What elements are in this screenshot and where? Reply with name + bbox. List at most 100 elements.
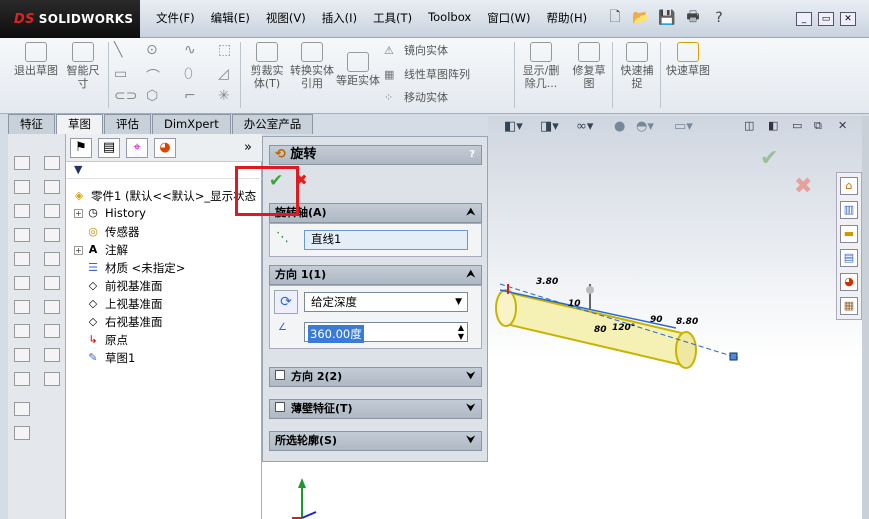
line-icon[interactable]: ╲ xyxy=(114,42,122,58)
expand-panel-icon[interactable]: » xyxy=(244,140,252,155)
slot-icon[interactable]: ⊂⊃ xyxy=(114,88,137,104)
confirm-corner-cancel-icon[interactable]: ✖ xyxy=(794,174,812,199)
dimension-label[interactable]: 3.80 xyxy=(536,277,558,287)
tool-icon[interactable] xyxy=(44,252,60,266)
move-button[interactable]: ⁘ 移动实体 xyxy=(384,89,448,105)
tab-office[interactable]: 办公室产品 xyxy=(231,114,314,134)
tool-icon[interactable] xyxy=(44,228,60,242)
close-button[interactable]: ✕ xyxy=(840,12,856,26)
folder-icon[interactable]: ▬ xyxy=(840,225,858,243)
config-tab-icon[interactable]: ⌖ xyxy=(126,138,148,158)
custom-properties-icon[interactable]: ▦ xyxy=(840,297,858,315)
appearance-icon[interactable]: ● xyxy=(614,119,625,134)
view-restore-icon[interactable]: ⧉ xyxy=(814,119,822,133)
view-orientation-icon[interactable]: ◧▾ xyxy=(504,119,523,134)
filter-bar[interactable]: ▼ xyxy=(66,163,262,179)
tree-item-sensors[interactable]: ◎ 传感器 xyxy=(86,224,139,240)
trim-button[interactable]: 剪裁实体(T) xyxy=(246,42,288,90)
selected-contours-section-header[interactable]: 所选轮廓(S) ⮟ xyxy=(269,431,482,451)
tool-icon[interactable] xyxy=(44,276,60,290)
tree-item-top-plane[interactable]: ◇ 上视基准面 xyxy=(86,296,163,312)
thin-feature-section-header[interactable]: 薄壁特征(T) ⮟ xyxy=(269,399,482,419)
display-style-icon[interactable]: ◨▾ xyxy=(540,119,559,134)
right-edge-scrollbar[interactable] xyxy=(862,116,869,519)
menu-insert[interactable]: 插入(I) xyxy=(314,10,365,26)
repair-sketch-button[interactable]: 修复草图 xyxy=(570,42,608,90)
collapse-icon[interactable]: ⮝ xyxy=(467,266,476,284)
linear-pattern-button[interactable]: ▦ 线性草图阵列 xyxy=(384,66,470,82)
split-view-icon[interactable]: ◧ xyxy=(768,119,778,132)
hide-show-icon[interactable]: ∞▾ xyxy=(576,119,593,134)
view-close-icon[interactable]: ✕ xyxy=(838,119,847,132)
tool-icon[interactable] xyxy=(14,180,30,194)
confirm-corner-ok-icon[interactable]: ✔ xyxy=(760,146,778,171)
direction2-section-header[interactable]: 方向 2(2) ⮟ xyxy=(269,367,482,387)
home-icon[interactable]: ⌂ xyxy=(840,177,858,195)
expand-icon[interactable]: + xyxy=(74,208,83,218)
offset-button[interactable]: 等距实体 xyxy=(336,52,380,87)
scene-icon[interactable]: ◓▾ xyxy=(636,119,654,134)
direction2-checkbox[interactable] xyxy=(275,370,285,380)
show-delete-relations-button[interactable]: 显示/删除几... xyxy=(518,42,564,90)
spline-icon[interactable]: ∿ xyxy=(184,42,196,58)
smart-dimension-button[interactable]: 智能尺寸 xyxy=(62,42,104,90)
save-icon[interactable]: 💾 xyxy=(656,8,678,28)
tool-icon[interactable] xyxy=(14,252,30,266)
print-icon[interactable]: 🖶 xyxy=(682,8,704,28)
menu-tools[interactable]: 工具(T) xyxy=(365,10,420,26)
expand-icon[interactable]: ⮟ xyxy=(467,400,476,418)
tree-item-right-plane[interactable]: ◇ 右视基准面 xyxy=(86,314,163,330)
menu-view[interactable]: 视图(V) xyxy=(258,10,314,26)
tree-item-front-plane[interactable]: ◇ 前视基准面 xyxy=(86,278,163,294)
tool-icon[interactable] xyxy=(14,204,30,218)
tab-sketch[interactable]: 草图 xyxy=(56,114,103,134)
tab-features[interactable]: 特征 xyxy=(8,114,55,134)
tool-icon[interactable] xyxy=(44,300,60,314)
spinner-icon[interactable]: ▲ ▼ xyxy=(458,323,464,341)
viewport-icon[interactable]: ◫ xyxy=(744,119,754,132)
polygon-icon[interactable]: ⬡ xyxy=(146,88,158,104)
dimension-label[interactable]: 8.80 xyxy=(676,317,698,327)
restore-button[interactable]: ▭ xyxy=(818,12,834,26)
text-icon[interactable]: ✳ xyxy=(218,88,230,104)
tree-item-history[interactable]: + ◷ History xyxy=(74,206,146,220)
quick-snap-button[interactable]: 快速捕捉 xyxy=(618,42,656,90)
dimension-label[interactable]: 90 xyxy=(650,315,663,325)
display-icon[interactable]: ▭▾ xyxy=(674,119,693,134)
tool-icon[interactable] xyxy=(44,156,60,170)
plane-icon[interactable]: ◿ xyxy=(218,66,229,82)
ellipse-icon[interactable]: ⬯ xyxy=(184,66,193,82)
mirror-button[interactable]: ⚠ 镜向实体 xyxy=(384,42,448,58)
tool-icon[interactable] xyxy=(14,300,30,314)
expand-icon[interactable]: ⮟ xyxy=(467,432,476,450)
property-tab-icon[interactable]: ▤ xyxy=(98,138,120,158)
angle-input[interactable]: 360.00度 ▲ ▼ xyxy=(304,322,468,343)
minimize-button[interactable]: _ xyxy=(796,12,812,26)
tool-icon[interactable] xyxy=(44,372,60,386)
tool-icon[interactable] xyxy=(14,348,30,362)
appearance-tab-icon[interactable]: ◕ xyxy=(154,138,176,158)
tool-icon[interactable] xyxy=(14,228,30,242)
menu-edit[interactable]: 编辑(E) xyxy=(203,10,258,26)
point-icon[interactable]: ⬚ xyxy=(218,42,231,58)
tool-icon[interactable] xyxy=(44,348,60,362)
open-icon[interactable]: 📂 xyxy=(630,8,652,28)
rapid-sketch-button[interactable]: 快速草图 xyxy=(666,42,710,77)
exit-sketch-button[interactable]: 退出草图 xyxy=(14,42,58,77)
dimension-label[interactable]: 120° xyxy=(612,323,635,333)
tool-icon[interactable] xyxy=(14,276,30,290)
tool-icon[interactable] xyxy=(14,156,30,170)
convert-button[interactable]: 转换实体引用 xyxy=(290,42,334,90)
tool-icon[interactable] xyxy=(14,426,30,440)
tree-item-annotations[interactable]: + A 注解 xyxy=(74,242,128,258)
end-condition-select[interactable]: 给定深度 ▼ xyxy=(304,292,468,312)
tree-item-material[interactable]: ☰ 材质 <未指定> xyxy=(86,260,185,276)
tool-icon[interactable] xyxy=(14,402,30,416)
tool-icon[interactable] xyxy=(14,324,30,338)
reverse-direction-button[interactable]: ⟳ xyxy=(274,290,298,314)
tool-icon[interactable] xyxy=(44,180,60,194)
tab-evaluate[interactable]: 评估 xyxy=(104,114,151,134)
menu-file[interactable]: 文件(F) xyxy=(148,10,203,26)
direction1-section-header[interactable]: 方向 1(1) ⮝ xyxy=(269,265,482,285)
menu-toolbox[interactable]: Toolbox xyxy=(420,10,479,26)
